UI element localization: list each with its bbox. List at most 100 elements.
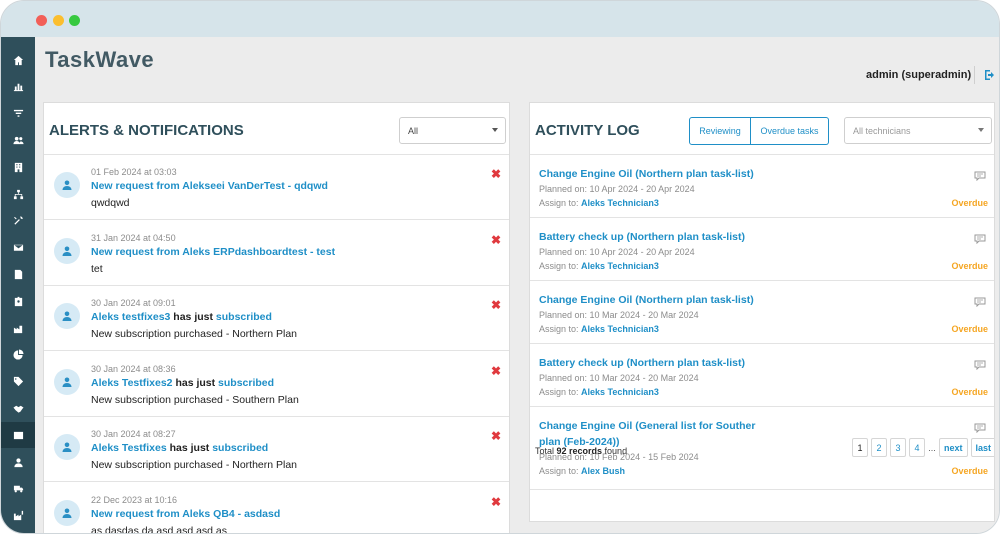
dismiss-alert-icon[interactable]: ✖ — [491, 298, 501, 312]
total-records: Total 92 records found — [535, 446, 627, 456]
tab-reviewing[interactable]: Reviewing — [689, 117, 751, 145]
activity-item: Battery check up (Northern plan task-lis… — [530, 218, 994, 281]
alert-link[interactable]: New request from Aleks QB4 - asdasd — [91, 508, 280, 520]
alert-headline: Aleks Testfixes has just subscribed — [91, 442, 268, 454]
activity-task-link[interactable]: Change Engine Oil (Northern plan task-li… — [539, 166, 764, 182]
user-avatar-icon — [54, 303, 80, 330]
activity-task-link[interactable]: Change Engine Oil (Northern plan task-li… — [539, 292, 764, 308]
alerts-title: ALERTS & NOTIFICATIONS — [49, 122, 244, 139]
title-bar — [1, 1, 999, 37]
assign-label: Assign to: — [539, 198, 582, 208]
alert-link[interactable]: New request from Aleks ERPdashboardtest … — [91, 246, 335, 258]
sidebar — [1, 37, 35, 533]
factory-icon[interactable] — [1, 315, 35, 341]
assignee-link[interactable]: Aleks Technician3 — [581, 198, 659, 208]
maximize-window-button[interactable] — [69, 15, 80, 26]
home-icon[interactable] — [1, 47, 35, 73]
activity-task-link[interactable]: Battery check up (Northern plan task-lis… — [539, 355, 764, 371]
activity-item: Battery check up (Northern plan task-lis… — [530, 344, 994, 407]
users-icon[interactable] — [1, 127, 35, 153]
alert-body: qwdqwd — [91, 197, 130, 209]
id-badge-icon[interactable] — [1, 288, 35, 314]
activity-header: ACTIVITY LOG Reviewing Overdue tasks All… — [530, 103, 994, 155]
status-badge: Overdue — [951, 387, 988, 397]
alert-subscribed-link[interactable]: subscribed — [212, 442, 268, 454]
user-avatar-icon — [54, 237, 80, 264]
activity-planned: Planned on: 10 Apr 2024 - 20 Apr 2024 — [539, 247, 695, 257]
alert-body: New subscription purchased - Southern Pl… — [91, 393, 299, 406]
alert-mid-text: has just — [172, 376, 219, 389]
page-3-button[interactable]: 3 — [890, 438, 906, 457]
pie-chart-icon[interactable] — [1, 342, 35, 368]
pagination: 1 2 3 4 ... next last — [852, 438, 994, 457]
alerts-filter-select[interactable]: All — [399, 117, 506, 144]
alert-item: 30 Jan 2024 at 09:01 Aleks testfixes3 has… — [44, 286, 509, 352]
minimize-window-button[interactable] — [53, 15, 64, 26]
assignee-link[interactable]: Aleks Technician3 — [581, 324, 659, 334]
alert-subscribed-link[interactable]: subscribed — [216, 311, 272, 323]
sitemap-icon[interactable] — [1, 181, 35, 207]
next-page-button[interactable]: next — [939, 438, 968, 457]
assignee-link[interactable]: Aleks Technician3 — [581, 261, 659, 271]
alert-link[interactable]: Aleks Testfixes — [91, 442, 167, 454]
activity-task-link[interactable]: Battery check up (Northern plan task-lis… — [539, 229, 764, 245]
status-badge: Overdue — [951, 324, 988, 334]
status-badge: Overdue — [951, 261, 988, 271]
alert-item: 31 Jan 2024 at 04:50 New request from Ale… — [44, 221, 509, 286]
alert-link[interactable]: New request from Alekseei VanDerTest - q… — [91, 180, 328, 192]
chevron-down-icon — [492, 128, 498, 132]
handshake-icon[interactable] — [1, 395, 35, 421]
activity-assign: Assign to: Aleks Technician3 — [539, 387, 659, 397]
assignee-link[interactable]: Aleks Technician3 — [581, 387, 659, 397]
user-avatar-icon — [54, 172, 80, 198]
alert-subscribed-link[interactable]: subscribed — [218, 377, 274, 389]
dismiss-alert-icon[interactable]: ✖ — [491, 495, 501, 509]
comment-icon[interactable] — [974, 231, 986, 245]
dismiss-alert-icon[interactable]: ✖ — [491, 429, 501, 443]
dismiss-alert-icon[interactable]: ✖ — [491, 233, 501, 247]
activity-assign: Assign to: Aleks Technician3 — [539, 198, 659, 208]
bar-chart-icon[interactable] — [1, 74, 35, 100]
activity-item: Change Engine Oil (Northern plan task-li… — [530, 281, 994, 344]
comment-icon[interactable] — [974, 357, 986, 371]
alert-time: 30 Jan 2024 at 09:01 — [91, 298, 176, 309]
window-icon[interactable] — [1, 422, 35, 449]
logout-icon[interactable] — [983, 68, 997, 82]
user-name[interactable]: admin (superadmin) — [866, 69, 971, 81]
page-1-button[interactable]: 1 — [852, 438, 868, 457]
technician-select[interactable]: All technicians — [844, 117, 992, 144]
alert-link[interactable]: Aleks Testfixes2 — [91, 377, 173, 389]
building-icon[interactable] — [1, 154, 35, 180]
activity-planned: Planned on: 10 Mar 2024 - 20 Mar 2024 — [539, 310, 699, 320]
dismiss-alert-icon[interactable]: ✖ — [491, 364, 501, 378]
document-icon[interactable] — [1, 261, 35, 287]
tags-icon[interactable] — [1, 369, 35, 395]
comment-icon[interactable] — [974, 168, 986, 182]
alert-item: 01 Feb 2024 at 03:03 New request from Ale… — [44, 155, 509, 220]
dismiss-alert-icon[interactable]: ✖ — [491, 167, 501, 181]
activity-assign: Assign to: Aleks Technician3 — [539, 261, 659, 271]
alert-link[interactable]: Aleks testfixes3 — [91, 311, 170, 323]
tools-icon[interactable] — [1, 208, 35, 234]
page-4-button[interactable]: 4 — [909, 438, 925, 457]
activity-panel: ACTIVITY LOG Reviewing Overdue tasks All… — [529, 102, 995, 522]
filter-icon[interactable] — [1, 101, 35, 127]
alert-time: 30 Jan 2024 at 08:36 — [91, 363, 176, 374]
alert-time: 30 Jan 2024 at 08:27 — [91, 429, 176, 440]
truck-icon[interactable] — [1, 476, 35, 502]
alert-headline: New request from Aleks QB4 - asdasd — [91, 508, 280, 520]
main-content: TaskWave admin (superadmin) ALERTS & NOT… — [35, 37, 999, 533]
close-window-button[interactable] — [36, 15, 47, 26]
user-icon[interactable] — [1, 449, 35, 475]
comment-icon[interactable] — [974, 420, 986, 434]
activity-assign: Assign to: Aleks Technician3 — [539, 324, 659, 334]
alert-body: New subscription purchased - Northern Pl… — [91, 328, 298, 341]
envelope-icon[interactable] — [1, 235, 35, 261]
industry-icon[interactable] — [1, 503, 35, 529]
tab-overdue-tasks[interactable]: Overdue tasks — [751, 117, 829, 145]
page-2-button[interactable]: 2 — [871, 438, 887, 457]
comment-icon[interactable] — [974, 294, 986, 308]
activity-tab-group: Reviewing Overdue tasks — [689, 117, 829, 145]
alert-headline: Aleks testfixes3 has just subscribed — [91, 311, 272, 323]
last-page-button[interactable]: last — [970, 438, 994, 457]
